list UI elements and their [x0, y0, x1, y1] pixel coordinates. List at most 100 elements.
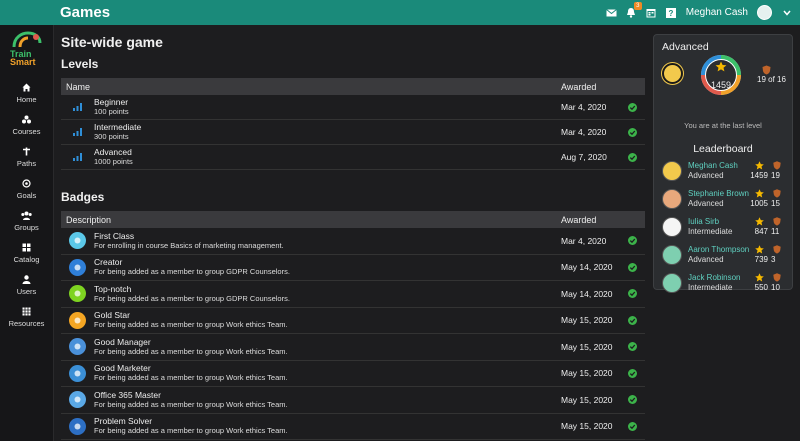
- column-header-description[interactable]: Description: [61, 215, 561, 225]
- leader-badges: 11: [771, 227, 780, 236]
- logo[interactable]: Train Smart: [10, 31, 44, 69]
- avatar: [662, 217, 682, 237]
- help-icon[interactable]: ?: [666, 7, 677, 18]
- paths-icon: [23, 147, 30, 155]
- sidebar-item-goals[interactable]: Goals: [0, 173, 53, 205]
- sidebar-item-label: Users: [16, 286, 37, 296]
- table-row: First Class For enrolling in course Basi…: [61, 228, 645, 255]
- leaderboard-row[interactable]: Meghan Cash Advanced 1459 19: [654, 158, 792, 184]
- column-header-awarded[interactable]: Awarded: [561, 82, 645, 92]
- badge-description: For being added as a member to group Wor…: [94, 399, 288, 409]
- badge-icon: [69, 364, 86, 382]
- leader-name[interactable]: Stephanie Brown: [688, 189, 749, 198]
- shield-icon: [773, 189, 781, 198]
- badge-description: For being added as a member to group GDP…: [94, 267, 290, 277]
- sidebar-item-users[interactable]: Users: [0, 269, 53, 301]
- check-icon: [628, 102, 645, 112]
- leader-badges: 10: [771, 283, 780, 292]
- check-icon: [628, 289, 645, 299]
- sidebar-item-label: Paths: [16, 158, 37, 168]
- badges-heading: Badges: [61, 190, 105, 204]
- leader-name[interactable]: Aaron Thompson: [688, 245, 749, 254]
- awarded-date: Aug 7, 2020: [561, 152, 607, 162]
- badge-icon: [69, 232, 86, 250]
- leader-level: Intermediate: [688, 283, 733, 292]
- chevron-down-icon[interactable]: [781, 7, 792, 18]
- sidebar-item-resources[interactable]: Resources: [0, 301, 53, 333]
- star-icon: [755, 217, 764, 226]
- table-row: Creator For being added as a member to g…: [61, 255, 645, 281]
- shield-icon: [773, 217, 781, 226]
- sidebar-item-catalog[interactable]: Catalog: [0, 237, 53, 269]
- awarded-date: Mar 4, 2020: [561, 127, 607, 137]
- leaderboard-row[interactable]: Iulia Sirb Intermediate 847 11: [654, 214, 792, 240]
- leader-badges: 15: [771, 199, 780, 208]
- leader-points: 739: [754, 255, 768, 264]
- user-name[interactable]: Meghan Cash: [686, 7, 748, 18]
- mail-icon[interactable]: [605, 7, 617, 18]
- groups-icon: [21, 211, 32, 220]
- check-icon: [628, 395, 645, 405]
- panel-title: Advanced: [662, 41, 709, 53]
- shield-icon: [773, 161, 781, 170]
- badge-description: For being added as a member to group Wor…: [94, 373, 288, 383]
- leaderboard-row[interactable]: Jack Robinson Intermediate 550 10: [654, 270, 792, 296]
- level-points: 1000 points: [94, 157, 133, 166]
- table-row: Office 365 Master For being added as a m…: [61, 387, 645, 414]
- sidebar-item-label: Courses: [12, 126, 41, 136]
- awarded-date: May 14, 2020: [561, 288, 613, 299]
- users-icon: [22, 274, 31, 284]
- sidebar-item-home[interactable]: Home: [0, 77, 53, 109]
- awarded-date: May 14, 2020: [561, 262, 613, 273]
- check-icon: [628, 342, 645, 352]
- awarded-date: May 15, 2020: [561, 421, 613, 432]
- notifications-icon[interactable]: 3: [626, 2, 642, 18]
- column-header-name[interactable]: Name: [61, 82, 561, 92]
- leader-badges: 3: [771, 255, 776, 264]
- avatar: [662, 189, 682, 209]
- star-icon: [755, 189, 764, 198]
- awarded-date: May 15, 2020: [561, 368, 613, 379]
- leaderboard-row[interactable]: Stephanie Brown Advanced 1005 15: [654, 186, 792, 212]
- check-icon: [628, 368, 645, 378]
- signal-bars-icon: [61, 153, 94, 161]
- leaderboard-title: Leaderboard: [693, 143, 753, 155]
- badge-name: Creator: [94, 257, 123, 268]
- avatar: [662, 273, 682, 293]
- badge-description: For enrolling in course Basics of market…: [94, 240, 284, 250]
- check-icon: [628, 262, 645, 272]
- leader-level: Advanced: [688, 171, 724, 180]
- badge-icon: [69, 417, 86, 435]
- last-level-message: You are at the last level: [684, 121, 762, 130]
- top-bar: Games 3 ? Meghan Cash: [0, 0, 800, 25]
- badge-name: Good Marketer: [94, 363, 151, 374]
- column-header-awarded[interactable]: Awarded: [561, 215, 645, 225]
- table-row: Good Marketer For being added as a membe…: [61, 361, 645, 387]
- badge-description: For being added as a member to group Wor…: [94, 426, 288, 436]
- levels-heading: Levels: [61, 57, 99, 71]
- svg-text:?: ?: [669, 9, 674, 18]
- star-icon: [755, 161, 764, 170]
- sidebar-item-courses[interactable]: Courses: [0, 109, 53, 141]
- courses-icon: [22, 115, 31, 123]
- leader-name[interactable]: Iulia Sirb: [688, 217, 719, 226]
- leader-points: 550: [754, 283, 768, 292]
- calendar-icon[interactable]: [646, 7, 657, 18]
- sidebar-item-paths[interactable]: Paths: [0, 141, 53, 173]
- leader-level: Advanced: [688, 255, 724, 264]
- page-title: Site-wide game: [61, 34, 163, 50]
- sidebar-item-label: Resources: [8, 318, 45, 328]
- level-name: Intermediate: [94, 122, 142, 132]
- main-content: Site-wide game Levels Name Awarded Begin…: [54, 25, 650, 441]
- sidebar-item-groups[interactable]: Groups: [0, 205, 53, 237]
- badges-table-header: Description Awarded: [61, 211, 645, 228]
- leader-name[interactable]: Jack Robinson: [688, 273, 740, 282]
- badge-description: For being added as a member to group GDP…: [94, 293, 290, 303]
- sidebar-item-label: Catalog: [13, 254, 40, 264]
- user-avatar[interactable]: [757, 5, 772, 20]
- check-icon: [628, 152, 645, 162]
- leader-name[interactable]: Meghan Cash: [688, 161, 738, 170]
- awarded-date: May 15, 2020: [561, 341, 613, 352]
- badge-icon: [69, 391, 86, 409]
- leaderboard-row[interactable]: Aaron Thompson Advanced 739 3: [654, 242, 792, 268]
